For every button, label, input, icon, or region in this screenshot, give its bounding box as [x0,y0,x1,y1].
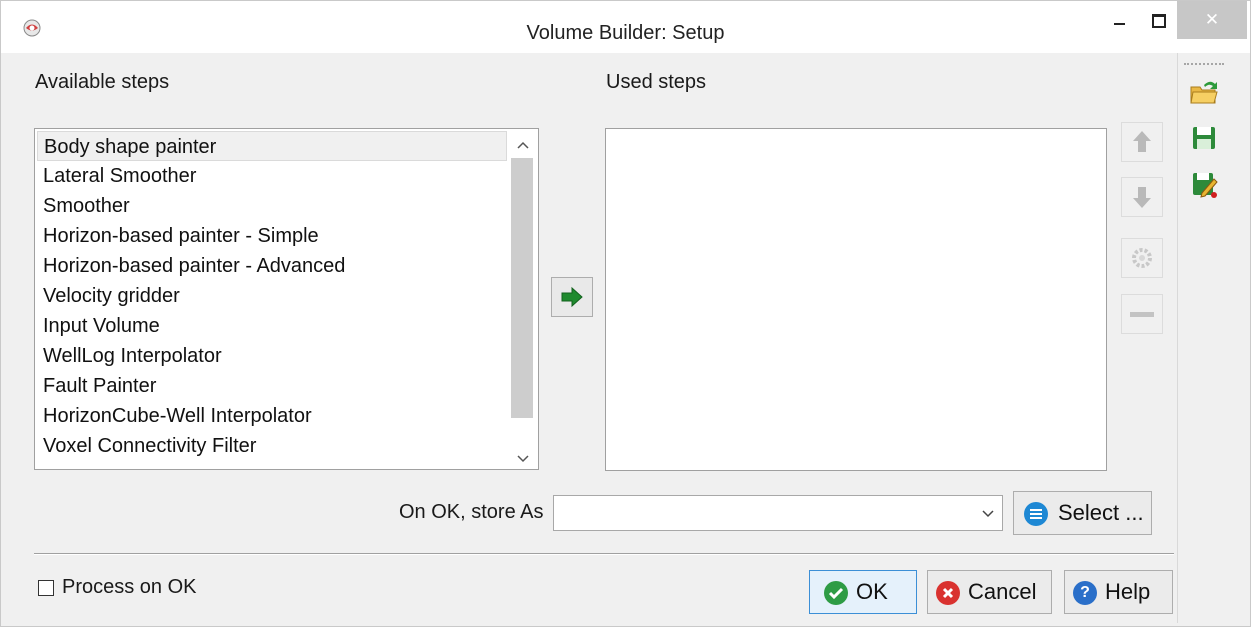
list-item[interactable]: Body shape painter [37,131,507,161]
list-item[interactable]: HorizonCube-Well Interpolator [37,401,507,431]
minimize-icon [1114,23,1125,25]
close-button[interactable]: ✕ [1177,1,1247,39]
used-steps-label: Used steps [606,71,707,93]
scroll-up-arrow-icon[interactable] [509,136,537,152]
list-item[interactable]: Input Volume [37,311,507,341]
window-title: Volume Builder: Setup [526,22,725,44]
help-button[interactable]: ? Help [1064,570,1173,614]
up-arrow-icon [1133,131,1151,152]
select-label: Select ... [1058,500,1144,525]
process-on-ok-label: Process on OK [62,576,197,598]
check-icon [824,581,848,605]
volume-builder-setup-dialog: Volume Builder: Setup ✕ Available steps … [0,0,1251,627]
right-toolbar [1177,53,1250,623]
add-step-button[interactable] [551,277,593,317]
minus-icon [1130,312,1154,317]
move-up-button[interactable] [1121,122,1163,162]
gear-icon [1132,248,1152,268]
scroll-down-arrow-icon[interactable] [509,450,537,466]
process-on-ok-checkbox[interactable] [38,580,54,596]
title-bar[interactable]: Volume Builder: Setup ✕ [1,1,1250,53]
list-item[interactable]: Horizon-based painter - Simple [37,221,507,251]
cancel-icon [936,581,960,605]
select-button[interactable]: Select ... [1013,491,1152,535]
scrollbar-thumb[interactable] [511,158,533,418]
minimize-button[interactable] [1102,1,1138,41]
ok-label: OK [856,579,888,604]
available-list-scrollbar[interactable] [509,130,537,468]
help-label: Help [1105,579,1151,604]
save-as-icon[interactable] [1188,169,1220,199]
help-icon: ? [1073,581,1097,605]
ok-button[interactable]: OK [809,570,917,614]
properties-button[interactable] [1121,238,1163,278]
right-arrow-icon [561,286,583,308]
move-down-button[interactable] [1121,177,1163,217]
list-item[interactable]: Velocity gridder [37,281,507,311]
used-steps-list[interactable] [605,128,1107,471]
close-icon: ✕ [1204,10,1220,29]
footer-separator [34,553,1174,555]
list-icon [1024,502,1048,526]
list-item[interactable]: Smoother [37,191,507,221]
toolbar-grip[interactable] [1184,63,1224,67]
maximize-button[interactable] [1141,1,1177,41]
cancel-label: Cancel [968,579,1037,604]
list-item[interactable]: WellLog Interpolator [37,341,507,371]
store-as-combobox[interactable] [553,495,1003,531]
available-steps-list[interactable]: Body shape painter Lateral Smoother Smoo… [34,128,539,470]
chevron-down-icon[interactable] [982,502,994,521]
list-item[interactable]: Horizon-based painter - Advanced [37,251,507,281]
list-item[interactable]: Lateral Smoother [37,161,507,191]
save-icon[interactable] [1188,123,1220,153]
list-item[interactable]: Voxel Connectivity Filter [37,431,507,461]
remove-step-button[interactable] [1121,294,1163,334]
maximize-icon [1152,14,1166,28]
available-steps-label: Available steps [35,71,170,93]
open-folder-icon[interactable] [1188,77,1220,107]
cancel-button[interactable]: Cancel [927,570,1052,614]
down-arrow-icon [1133,187,1151,208]
store-as-label: On OK, store As [399,501,544,523]
list-item[interactable]: Fault Painter [37,371,507,401]
